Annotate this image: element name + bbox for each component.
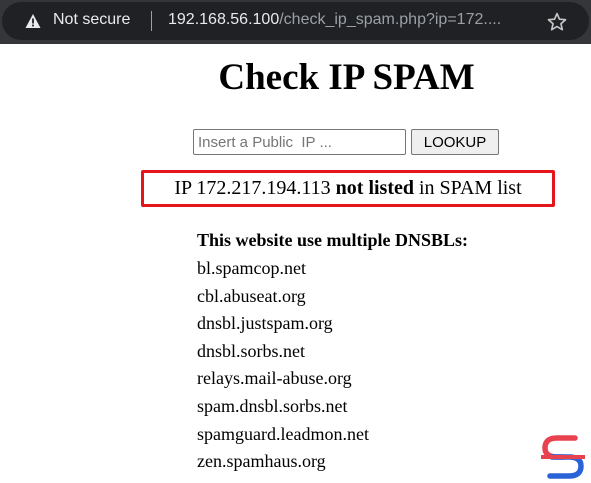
- dnsbl-item: spamguard.leadmon.net: [197, 423, 369, 444]
- warning-icon[interactable]: [25, 13, 41, 29]
- ip-search-input[interactable]: [193, 129, 406, 155]
- result-message: IP 172.217.194.113 not listed in SPAM li…: [144, 173, 552, 204]
- result-suffix: in SPAM list: [414, 177, 522, 199]
- address-bar[interactable]: Not secure 192.168.56.100/check_ip_spam.…: [2, 2, 589, 40]
- dnsbl-item: cbl.abuseat.org: [197, 285, 306, 306]
- url-path: /check_ip_spam.php?ip=172....: [279, 11, 502, 28]
- page-title: Check IP SPAM: [218, 57, 475, 98]
- dnsbl-item: zen.spamhaus.org: [197, 451, 326, 472]
- result-prefix: IP 172.217.194.113: [174, 177, 336, 199]
- dnsbl-item: bl.spamcop.net: [197, 258, 306, 278]
- dnsbl-list: bl.spamcop.net cbl.abuseat.org dnsbl.jus…: [197, 256, 369, 477]
- dnsbl-item: relays.mail-abuse.org: [197, 368, 352, 389]
- result-box: IP 172.217.194.113 not listed in SPAM li…: [141, 170, 555, 207]
- dnsbl-item: dnsbl.justspam.org: [197, 313, 333, 334]
- dnsbl-item: spam.dnsbl.sorbs.net: [197, 395, 348, 416]
- lookup-button[interactable]: LOOKUP: [411, 129, 499, 155]
- address-divider: [151, 11, 152, 31]
- url-host: 192.168.56.100: [168, 11, 280, 28]
- url-text[interactable]: 192.168.56.100/check_ip_spam.php?ip=172.…: [168, 11, 501, 29]
- security-status-label[interactable]: Not secure: [53, 11, 130, 29]
- site-logo: [541, 435, 585, 479]
- star-icon[interactable]: [546, 11, 568, 33]
- dnsbl-item: dnsbl.sorbs.net: [197, 340, 305, 361]
- dnsbl-heading: This website use multiple DNSBLs:: [197, 230, 469, 250]
- browser-toolbar: Not secure 192.168.56.100/check_ip_spam.…: [0, 0, 591, 44]
- result-status: not listed: [335, 177, 414, 199]
